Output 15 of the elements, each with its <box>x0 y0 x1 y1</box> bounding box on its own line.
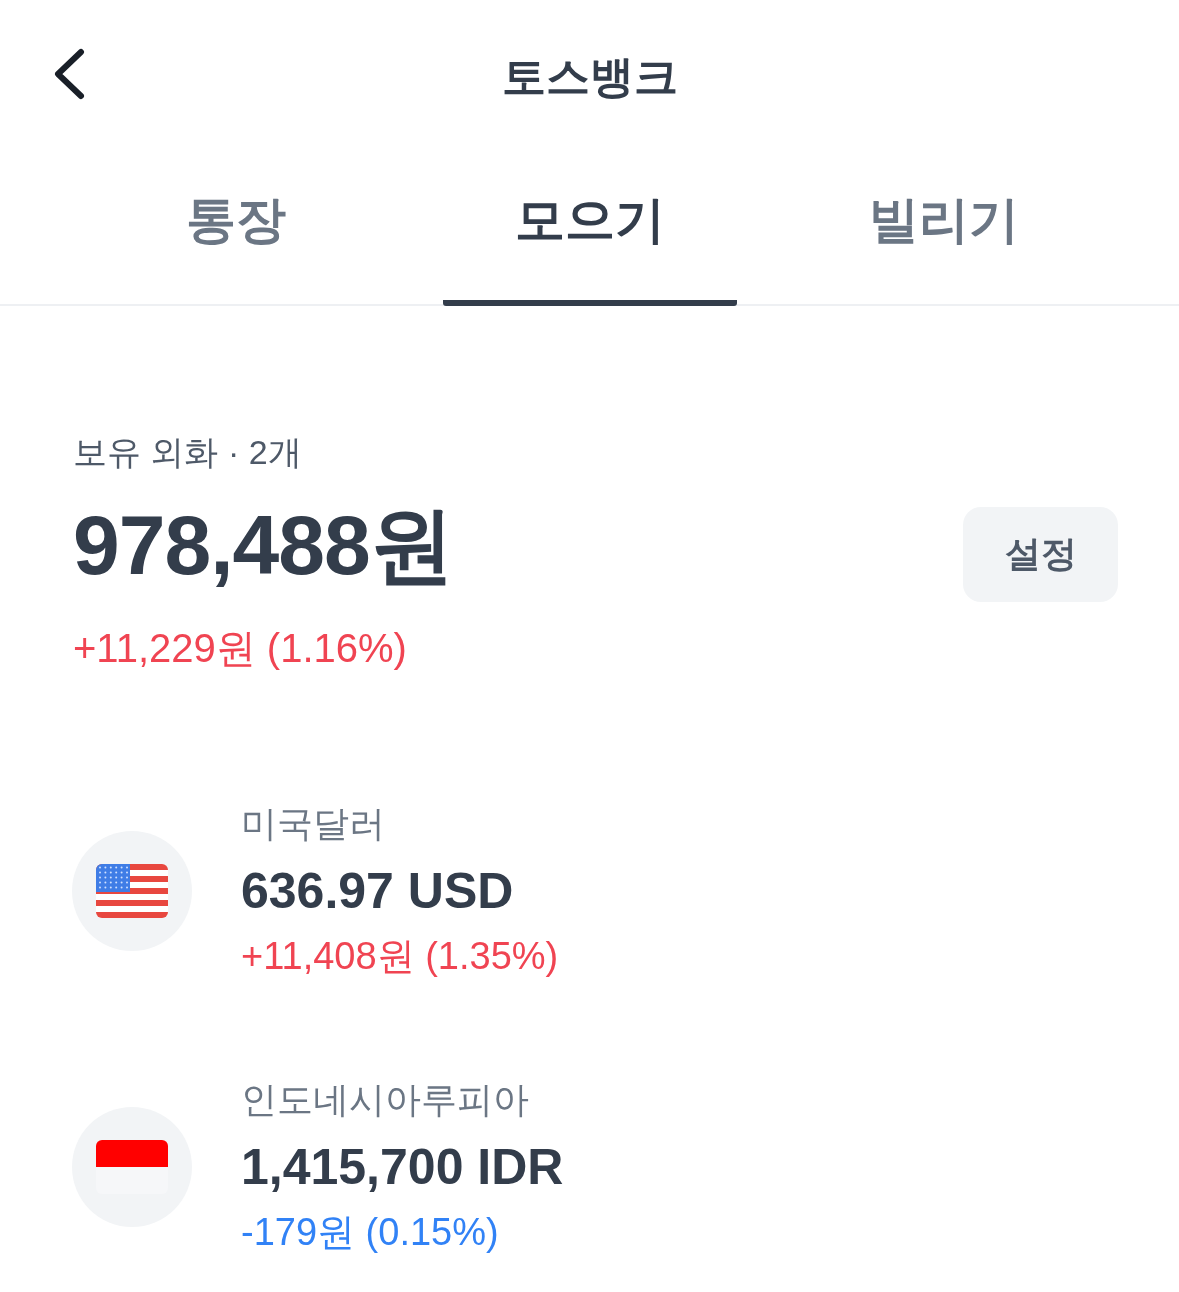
currency-amount: 1,415,700 IDR <box>241 1138 564 1197</box>
currency-name: 인도네시아루피아 <box>241 1078 529 1122</box>
tab[interactable]: 빌리기 <box>796 154 1091 306</box>
tab[interactable]: 통장 <box>88 154 383 306</box>
currency-amount: 636.97 USD <box>241 862 514 921</box>
currency-change: -179원 (0.15%) <box>241 1210 499 1255</box>
screen-title: 토스뱅크 <box>501 51 678 103</box>
tab[interactable]: 모으기 <box>442 154 737 306</box>
total-change: +11,229원 (1.16%) <box>73 625 407 672</box>
settings-button[interactable]: 설정 <box>963 507 1118 602</box>
currency-change: +11,408원 (1.35%) <box>241 934 559 979</box>
holdings-label: 보유 외화 · 2개 <box>73 432 302 472</box>
currency-name: 미국달러 <box>241 802 385 846</box>
back-chevron-icon[interactable] <box>53 48 85 100</box>
total-amount: 978,488원 <box>73 497 453 594</box>
